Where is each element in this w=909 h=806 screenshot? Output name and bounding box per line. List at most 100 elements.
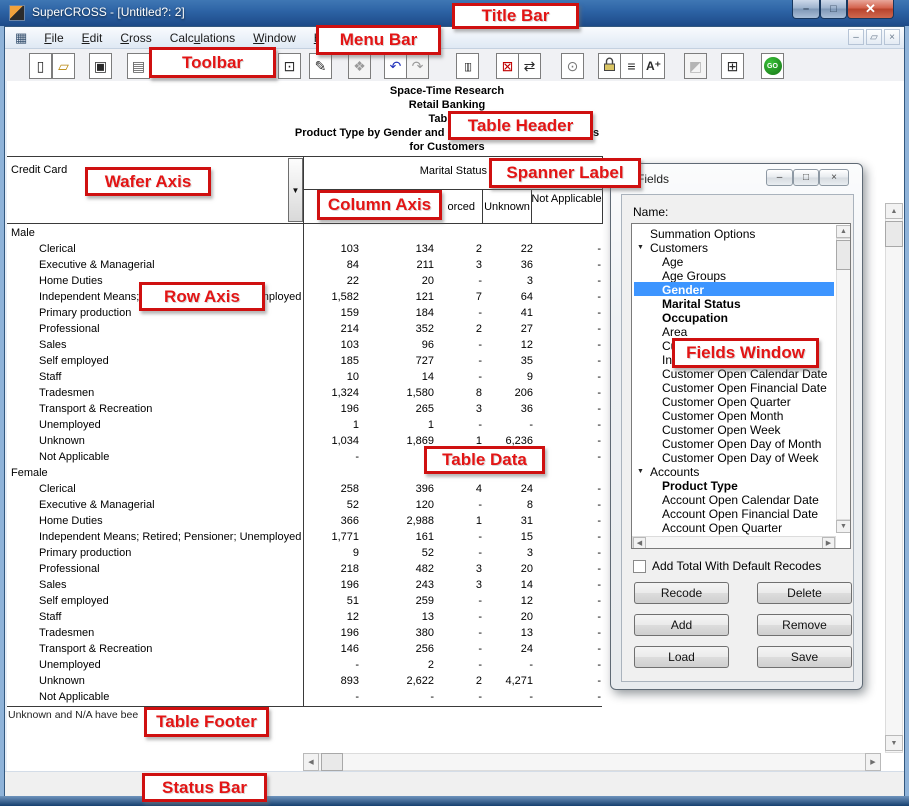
copy-button[interactable]: ▯▯ [456,53,479,79]
go-button[interactable]: GO [761,53,784,79]
row-label[interactable]: Primary production [39,547,131,559]
row-label[interactable]: Staff [39,611,61,623]
table-cell[interactable]: 64 [478,291,533,303]
table-cell[interactable]: - [546,291,601,303]
add-button[interactable]: Add [634,614,729,636]
delete-button[interactable]: Delete [757,582,852,604]
table-cell[interactable]: 2 [427,243,482,255]
column-header-not-applicable[interactable]: Not Applicable [531,193,602,206]
row-label[interactable]: Primary production [39,307,131,319]
puzzle-button[interactable]: ❖ [348,53,371,79]
table-cell[interactable]: 41 [478,307,533,319]
new-document-button[interactable]: ▯ [29,53,52,79]
table-cell[interactable]: 159 [304,307,359,319]
table-cell[interactable]: 214 [304,323,359,335]
table-cell[interactable]: - [546,451,601,463]
shade-button[interactable]: ◩ [684,53,707,79]
table-cell[interactable]: 396 [379,483,434,495]
fields-list-item[interactable]: Customers [650,241,708,255]
mdi-minimize-button[interactable]: – [848,29,864,45]
table-cell[interactable]: 1 [379,419,434,431]
table-cell[interactable]: 3 [427,259,482,271]
table-cell[interactable]: - [546,659,601,671]
table-cell[interactable]: 22 [478,243,533,255]
table-cell[interactable]: - [546,275,601,287]
table-cell[interactable]: 103 [304,243,359,255]
row-label[interactable]: Clerical [39,483,76,495]
row-label[interactable]: Home Duties [39,275,103,287]
table-cell[interactable]: - [546,259,601,271]
table-cell[interactable]: 3 [478,547,533,559]
row-label[interactable]: Transport & Recreation [39,403,152,415]
table-cell[interactable]: 727 [379,355,434,367]
sort-fields-button[interactable]: ≡ [620,53,643,79]
row-label[interactable]: Unemployed [39,419,101,431]
row-label[interactable]: Executive & Managerial [39,499,155,511]
table-cell[interactable]: 52 [379,547,434,559]
table-cell[interactable]: - [427,531,482,543]
table-cell[interactable]: 380 [379,627,434,639]
table-cell[interactable]: 211 [379,259,434,271]
table-cell[interactable]: - [546,515,601,527]
table-cell[interactable]: 24 [478,483,533,495]
table-cell[interactable]: 20 [478,563,533,575]
list-scroll-down-button[interactable]: ▼ [836,520,851,533]
row-label[interactable]: Staff [39,371,61,383]
table-cell[interactable]: 52 [304,499,359,511]
fields-list-item[interactable]: Age Groups [662,269,726,283]
table-cell[interactable]: 243 [379,579,434,591]
table-cell[interactable]: 36 [478,403,533,415]
table-cell[interactable]: - [546,307,601,319]
table-cell[interactable]: - [546,243,601,255]
row-label[interactable]: Unemployed [39,659,101,671]
table-cell[interactable]: 1,034 [304,435,359,447]
list-horizontal-scrollbar[interactable] [632,536,836,549]
table-cell[interactable]: - [546,531,601,543]
table-cell[interactable]: - [546,355,601,367]
table-cell[interactable]: 184 [379,307,434,319]
table-cell[interactable]: 1,771 [304,531,359,543]
table-cell[interactable]: 1,580 [379,387,434,399]
fields-list-item[interactable]: Customer Open Quarter [662,395,791,409]
save-button[interactable]: Save [757,646,852,668]
row-label[interactable]: Tradesmen [39,627,94,639]
row-label[interactable]: Self employed [39,355,109,367]
table-cell[interactable]: 2 [427,675,482,687]
table-cell[interactable]: - [478,419,533,431]
table-cell[interactable]: - [427,339,482,351]
table-cell[interactable]: 15 [478,531,533,543]
fields-list-item[interactable]: Gender [662,283,704,297]
table-cell[interactable]: 482 [379,563,434,575]
table-cell[interactable]: - [478,691,533,703]
table-cell[interactable]: 2 [379,659,434,671]
table-cell[interactable]: 9 [304,547,359,559]
table-cell[interactable]: 196 [304,627,359,639]
table-cell[interactable]: 27 [478,323,533,335]
table-cell[interactable]: 2,622 [379,675,434,687]
table-cell[interactable]: 265 [379,403,434,415]
maximize-button[interactable]: □ [820,0,847,19]
fields-list-item[interactable]: Customer Open Calendar Date [662,367,827,381]
tree-expand-icon[interactable]: ▼ [637,244,644,251]
row-label[interactable]: Professional [39,563,100,575]
fields-list-item[interactable]: Marital Status [662,297,741,311]
table-cell[interactable]: - [546,579,601,591]
table-cell[interactable]: 4,271 [478,675,533,687]
table-cell[interactable]: - [427,371,482,383]
table-cell[interactable]: - [546,435,601,447]
save-file-button[interactable]: ▣ [89,53,112,79]
table-cell[interactable]: 352 [379,323,434,335]
table-cell[interactable]: - [546,419,601,431]
table-cell[interactable]: 24 [478,643,533,655]
fields-list-item[interactable]: Product Type [662,479,738,493]
load-button[interactable]: Load [634,646,729,668]
table-cell[interactable]: - [427,547,482,559]
undo-button[interactable]: ↶ [384,53,407,79]
menu-edit[interactable]: Edit [73,29,112,47]
table-cell[interactable]: 218 [304,563,359,575]
fields-minimize-button[interactable]: – [766,169,793,186]
table-cell[interactable]: 8 [478,499,533,511]
table-cell[interactable]: 7 [427,291,482,303]
mdi-close-button[interactable]: × [884,29,900,45]
table-cell[interactable]: 13 [478,627,533,639]
